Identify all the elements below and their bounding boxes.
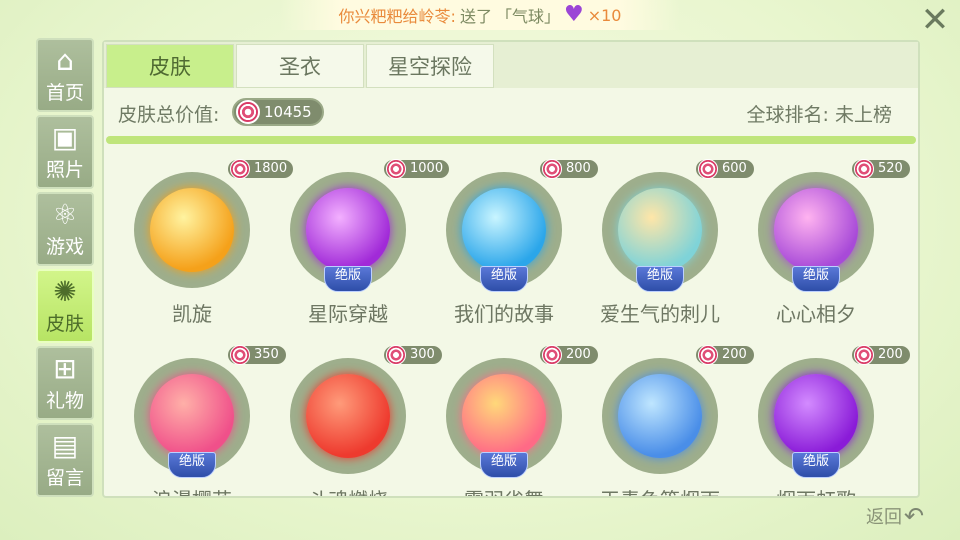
skin-price-value: 520 (878, 161, 903, 176)
candy-coin-icon (854, 345, 874, 365)
sidebar-item-skin[interactable]: ✺ 皮肤 (36, 269, 94, 343)
total-value: 10455 (264, 103, 312, 121)
limited-edition-badge: 绝版 (480, 266, 528, 292)
limited-edition-badge: 绝版 (792, 266, 840, 292)
sidebar-item-label: 照片 (45, 158, 84, 181)
skin-name: 我们的故事 (454, 302, 554, 326)
tab-skin[interactable]: 皮肤 (106, 44, 234, 88)
global-rank: 全球排名: 未上榜 (746, 104, 892, 126)
tab-holy-cloth[interactable]: 圣衣 (236, 44, 364, 88)
gift-icon: ⊞ (53, 351, 77, 385)
skin-name: 天青色等烟雨 (578, 484, 742, 496)
limited-edition-badge: 绝版 (324, 266, 372, 292)
tab-bar: 皮肤 圣衣 星空探险 (104, 42, 918, 88)
skin-card[interactable]: 600 绝版 爱生气的刺儿 (578, 158, 756, 328)
candy-coin-icon (854, 159, 874, 179)
skin-orb-image (150, 188, 234, 272)
candy-coin-icon (230, 345, 250, 365)
skin-orb-image (462, 188, 546, 272)
skin-orb-image (306, 188, 390, 272)
candy-coin-icon (230, 159, 250, 179)
candy-coin-icon (698, 159, 718, 179)
skin-name: 爱生气的刺儿 (600, 302, 720, 326)
skin-price: 520 (850, 158, 912, 180)
skin-name: 霞羽雀舞 (422, 484, 586, 496)
photo-icon: ▣ (51, 120, 79, 154)
message-icon: ▤ (51, 428, 79, 462)
sidebar-item-label: 首页 (45, 81, 84, 104)
tab-star-exploration[interactable]: 星空探险 (366, 44, 494, 88)
sidebar-item-photo[interactable]: ▣ 照片 (36, 115, 94, 189)
skin-orb-image (462, 374, 546, 458)
skin-card[interactable]: 1000 绝版 星际穿越 (266, 158, 452, 328)
home-icon: ⌂ (56, 43, 74, 77)
sidebar-item-label: 留言 (45, 466, 84, 489)
skin-card[interactable]: 520 绝版心心相夕 (734, 158, 912, 328)
banner-gift-count: ×10 (587, 5, 622, 25)
back-button[interactable]: 返回 ↶ (866, 502, 924, 530)
skin-orb-image (774, 374, 858, 458)
skin-name: 星际穿越 (308, 302, 388, 326)
skin-price: 200 (850, 344, 912, 366)
close-icon[interactable]: ✕ (918, 3, 952, 38)
sidebar-item-label: 皮肤 (45, 312, 84, 335)
total-value-pill: 10455 (232, 98, 324, 126)
skin-card[interactable]: 300斗魂燃烧 (266, 344, 444, 496)
skin-name: 斗魂燃烧 (266, 484, 430, 496)
total-value-label: 皮肤总价值: (118, 104, 220, 126)
sidebar: ⌂ 首页 ▣ 照片 ⚛ 游戏 ✺ 皮肤 ⊞ 礼物 ▤ 留言 (36, 38, 94, 500)
skin-card[interactable]: 350绝版浪漫樱花 (110, 344, 288, 496)
candy-coin-icon (386, 159, 406, 179)
limited-edition-badge: 绝版 (480, 452, 528, 478)
sidebar-item-label: 礼物 (45, 389, 84, 412)
back-label: 返回 (866, 507, 902, 528)
divider (106, 136, 916, 144)
candy-coin-icon (386, 345, 406, 365)
skin-price-value: 200 (878, 347, 903, 362)
skin-orb-image (306, 374, 390, 458)
candy-coin-icon (236, 100, 260, 124)
skin-card[interactable]: 200 绝版烟雨虹歌 (734, 344, 912, 496)
skin-name: 浪漫樱花 (110, 484, 274, 496)
skin-grid: 1800 凯旋 1000 绝版 星际穿越 800 绝版 我们的故事 600 绝版 爱生气的刺儿 520… (104, 152, 918, 496)
gift-broadcast-banner: 你兴粑粑给岭苓: 送了 「气球」 ♥ ×10 (280, 0, 680, 30)
limited-edition-badge: 绝版 (636, 266, 684, 292)
banner-action: 送了 (459, 7, 492, 26)
sidebar-item-label: 游戏 (45, 235, 84, 258)
skin-orb-image (618, 374, 702, 458)
skin-orb-image (618, 188, 702, 272)
heart-balloon-icon: ♥ (563, 2, 584, 27)
skin-orb-image (774, 188, 858, 272)
skin-name: 心心相夕 (776, 302, 856, 326)
limited-edition-badge: 绝版 (792, 452, 840, 478)
sidebar-item-atom[interactable]: ⚛ 游戏 (36, 192, 94, 266)
skin-orb-image (150, 374, 234, 458)
banner-gift-name: 「气球」 (495, 7, 560, 26)
sidebar-item-message[interactable]: ▤ 留言 (36, 423, 94, 497)
skin-summary: 皮肤总价值: 10455 全球排名: 未上榜 (104, 90, 918, 134)
skin-name: 烟雨虹歌 (734, 484, 898, 496)
skin-card[interactable]: 200绝版霞羽雀舞 (422, 344, 600, 496)
limited-edition-badge: 绝版 (168, 452, 216, 478)
sidebar-item-gift[interactable]: ⊞ 礼物 (36, 346, 94, 420)
skin-card[interactable]: 800 绝版 我们的故事 (422, 158, 600, 328)
skin-card[interactable]: 200天青色等烟雨 (578, 344, 756, 496)
skin-card[interactable]: 1800 凯旋 (110, 158, 296, 328)
skin-panel: 皮肤 圣衣 星空探险 皮肤总价值: 10455 全球排名: 未上榜 1800 凯旋… (102, 40, 920, 498)
banner-sender: 你兴粑粑给岭苓: (338, 7, 456, 26)
skin-name: 凯旋 (172, 302, 212, 326)
skin-icon: ✺ (53, 274, 77, 308)
atom-icon: ⚛ (52, 197, 78, 231)
candy-coin-icon (698, 345, 718, 365)
sidebar-item-home[interactable]: ⌂ 首页 (36, 38, 94, 112)
candy-coin-icon (542, 159, 562, 179)
candy-coin-icon (542, 345, 562, 365)
back-arrow-icon: ↶ (904, 502, 925, 530)
